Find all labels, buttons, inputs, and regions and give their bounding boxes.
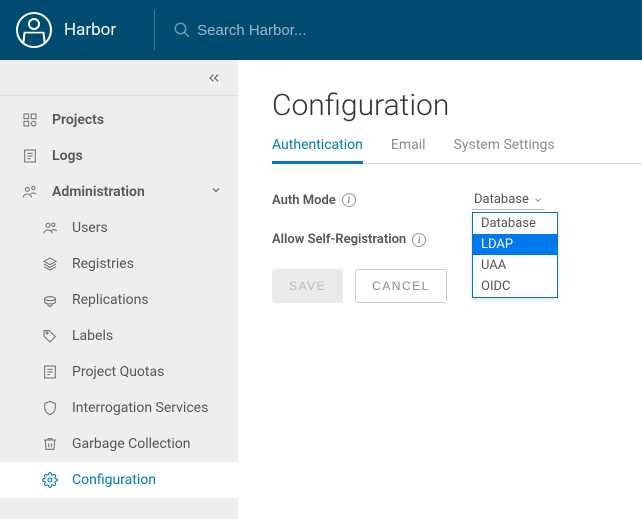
sidebar-item-label: Logs — [52, 148, 83, 164]
self-registration-row: Allow Self-Registration i — [272, 232, 642, 247]
shield-icon — [42, 400, 58, 416]
auth-mode-dropdown: Database LDAP UAA OIDC — [472, 212, 558, 298]
save-button[interactable]: SAVE — [272, 269, 343, 303]
search[interactable] — [173, 21, 377, 39]
header-divider — [154, 10, 155, 50]
chevron-double-left-icon — [206, 70, 222, 86]
main-content: Configuration Authentication Email Syste… — [238, 60, 642, 519]
sidebar: Projects Logs Administration — [0, 60, 238, 519]
replications-icon — [42, 292, 58, 308]
harbor-logo-icon — [16, 12, 52, 48]
auth-mode-option-oidc[interactable]: OIDC — [473, 276, 557, 297]
logs-icon — [22, 148, 38, 164]
auth-mode-row: Auth Mode i Database Database LDAP UAA O… — [272, 190, 642, 210]
auth-mode-label: Auth Mode i — [272, 193, 472, 208]
labels-icon — [42, 328, 58, 344]
sidebar-item-label: Users — [72, 220, 108, 236]
sidebar-item-interrogation[interactable]: Interrogation Services — [0, 390, 238, 426]
tab-system-settings[interactable]: System Settings — [454, 137, 555, 163]
sidebar-item-label: Garbage Collection — [72, 436, 191, 452]
registries-icon — [42, 256, 58, 272]
info-icon[interactable]: i — [342, 193, 356, 207]
sidebar-item-administration[interactable]: Administration — [0, 174, 238, 210]
sidebar-item-registries[interactable]: Registries — [0, 246, 238, 282]
users-icon — [42, 220, 58, 236]
sidebar-item-label: Replications — [72, 292, 149, 308]
auth-mode-select[interactable]: Database Database LDAP UAA OIDC — [472, 190, 545, 210]
sidebar-item-label: Interrogation Services — [72, 400, 208, 416]
info-icon[interactable]: i — [412, 233, 426, 247]
sidebar-item-label: Projects — [52, 112, 104, 128]
config-tabs: Authentication Email System Settings — [272, 137, 642, 164]
sidebar-item-project-quotas[interactable]: Project Quotas — [0, 354, 238, 390]
auth-mode-value: Database — [474, 192, 529, 207]
self-registration-label: Allow Self-Registration i — [272, 232, 472, 247]
cancel-button[interactable]: CANCEL — [355, 269, 447, 303]
sidebar-item-configuration[interactable]: Configuration — [0, 462, 238, 498]
auth-mode-option-ldap[interactable]: LDAP — [473, 234, 557, 255]
search-icon — [173, 21, 191, 39]
sidebar-item-logs[interactable]: Logs — [0, 138, 238, 174]
administration-icon — [22, 184, 38, 200]
chevron-down-icon — [210, 184, 222, 200]
app-header: Harbor — [0, 0, 642, 60]
gear-icon — [42, 472, 58, 488]
sidebar-item-labels[interactable]: Labels — [0, 318, 238, 354]
tab-authentication[interactable]: Authentication — [272, 137, 363, 164]
brand-name: Harbor — [64, 20, 116, 40]
sidebar-item-projects[interactable]: Projects — [0, 102, 238, 138]
sidebar-item-replications[interactable]: Replications — [0, 282, 238, 318]
projects-icon — [22, 112, 38, 128]
auth-mode-label-text: Auth Mode — [272, 193, 336, 208]
sidebar-item-label: Registries — [72, 256, 134, 272]
auth-mode-option-uaa[interactable]: UAA — [473, 255, 557, 276]
quotas-icon — [42, 364, 58, 380]
sidebar-collapse[interactable] — [0, 60, 238, 96]
sidebar-item-label: Project Quotas — [72, 364, 164, 380]
trash-icon — [42, 436, 58, 452]
chevron-down-icon — [533, 195, 543, 205]
sidebar-item-label: Configuration — [72, 472, 156, 488]
search-input[interactable] — [197, 22, 377, 39]
sidebar-item-garbage-collection[interactable]: Garbage Collection — [0, 426, 238, 462]
sidebar-item-users[interactable]: Users — [0, 210, 238, 246]
auth-mode-option-database[interactable]: Database — [473, 213, 557, 234]
tab-email[interactable]: Email — [391, 137, 426, 163]
self-registration-label-text: Allow Self-Registration — [272, 232, 406, 247]
page-title: Configuration — [272, 88, 642, 123]
sidebar-item-label: Labels — [72, 328, 113, 344]
form-actions: SAVE CANCEL — [272, 269, 642, 303]
sidebar-item-label: Administration — [52, 184, 145, 200]
